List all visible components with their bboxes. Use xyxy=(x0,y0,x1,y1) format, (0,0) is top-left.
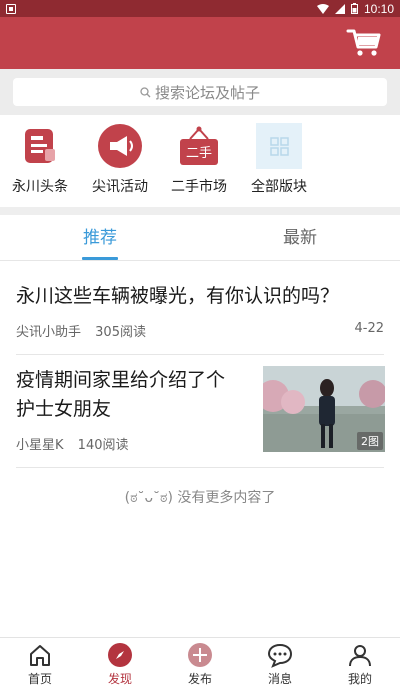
category-row: 永川头条 尖讯活动 二手 二手市场 全部版块 xyxy=(0,115,400,207)
profile-icon xyxy=(347,642,373,668)
post-author: 尖讯小助手 xyxy=(16,325,82,340)
second-hand-sign-icon: 二手 xyxy=(176,123,222,169)
post-date: 4-22 xyxy=(354,321,384,336)
nav-messages[interactable]: 消息 xyxy=(240,642,320,687)
category-label: 永川头条 xyxy=(12,179,68,195)
message-icon xyxy=(267,642,293,668)
post-item[interactable]: 永川这些车辆被曝光，有你认识的吗？ 尖讯小助手 305阅读 4-22 xyxy=(0,262,400,354)
app-header xyxy=(0,17,400,69)
headline-icon xyxy=(17,123,63,169)
feed-tabs: 推荐 最新 xyxy=(0,215,400,261)
search-icon xyxy=(140,86,151,97)
wifi-icon xyxy=(316,3,329,14)
nav-discover[interactable]: 发现 xyxy=(80,642,160,687)
category-all-sections[interactable]: 全部版块 xyxy=(244,123,314,196)
category-label: 尖讯活动 xyxy=(92,179,148,195)
publish-icon xyxy=(187,642,213,668)
post-meta: 尖讯小助手 305阅读 xyxy=(16,321,146,340)
category-headline[interactable]: 永川头条 xyxy=(5,123,75,196)
post-author: 小星星K xyxy=(16,438,64,453)
post-thumbnail: 2图 xyxy=(263,366,385,452)
megaphone-icon xyxy=(97,123,143,169)
post-views: 140阅读 xyxy=(77,438,129,453)
nav-label: 首页 xyxy=(27,672,52,686)
image-count-badge: 2图 xyxy=(357,432,383,450)
post-divider xyxy=(16,467,384,468)
signal-icon xyxy=(334,3,345,14)
post-views: 305阅读 xyxy=(95,325,146,340)
status-icons: 10:10 xyxy=(316,1,394,16)
nav-label: 我的 xyxy=(347,672,372,686)
tab-recommended[interactable]: 推荐 xyxy=(0,215,200,261)
section-divider xyxy=(0,207,400,215)
post-title: 永川这些车辆被曝光，有你认识的吗？ xyxy=(16,285,340,307)
battery-icon xyxy=(350,3,358,14)
search-input[interactable]: 搜索论坛及帖子 xyxy=(13,78,387,106)
post-title-line1: 疫情期间家里给介绍了个 xyxy=(16,369,226,391)
all-sections-icon xyxy=(256,123,302,169)
category-label: 全部版块 xyxy=(251,179,307,195)
svg-text:二手: 二手 xyxy=(186,146,212,161)
tab-latest[interactable]: 最新 xyxy=(200,215,400,261)
notification-icon xyxy=(6,3,16,14)
post-divider xyxy=(16,354,384,355)
home-icon xyxy=(27,642,53,668)
end-of-feed-text: (ಠ˘ᴗ˘ಠ) 没有更多内容了 xyxy=(124,490,276,506)
category-label: 二手市场 xyxy=(171,179,227,195)
status-bar: 10:10 xyxy=(0,0,400,17)
status-time: 10:10 xyxy=(363,1,394,16)
search-placeholder: 搜索论坛及帖子 xyxy=(154,83,260,102)
bottom-navigation: 首页 发现 发布 消息 我的 xyxy=(0,637,400,690)
category-activities[interactable]: 尖讯活动 xyxy=(85,123,155,196)
nav-label: 发现 xyxy=(107,672,132,686)
nav-label: 发布 xyxy=(187,672,212,686)
post-title-line2: 护士女朋友 xyxy=(16,398,112,420)
nav-profile[interactable]: 我的 xyxy=(320,642,400,687)
search-area: 搜索论坛及帖子 xyxy=(0,69,400,115)
active-tab-indicator xyxy=(82,257,118,260)
nav-label: 消息 xyxy=(267,672,292,686)
category-second-hand[interactable]: 二手 二手市场 xyxy=(164,123,234,196)
nav-publish[interactable]: 发布 xyxy=(160,642,240,687)
post-meta: 小星星K 140阅读 xyxy=(16,434,129,453)
nav-home[interactable]: 首页 xyxy=(0,642,80,687)
compass-icon xyxy=(107,642,133,668)
cart-icon[interactable] xyxy=(346,27,382,59)
